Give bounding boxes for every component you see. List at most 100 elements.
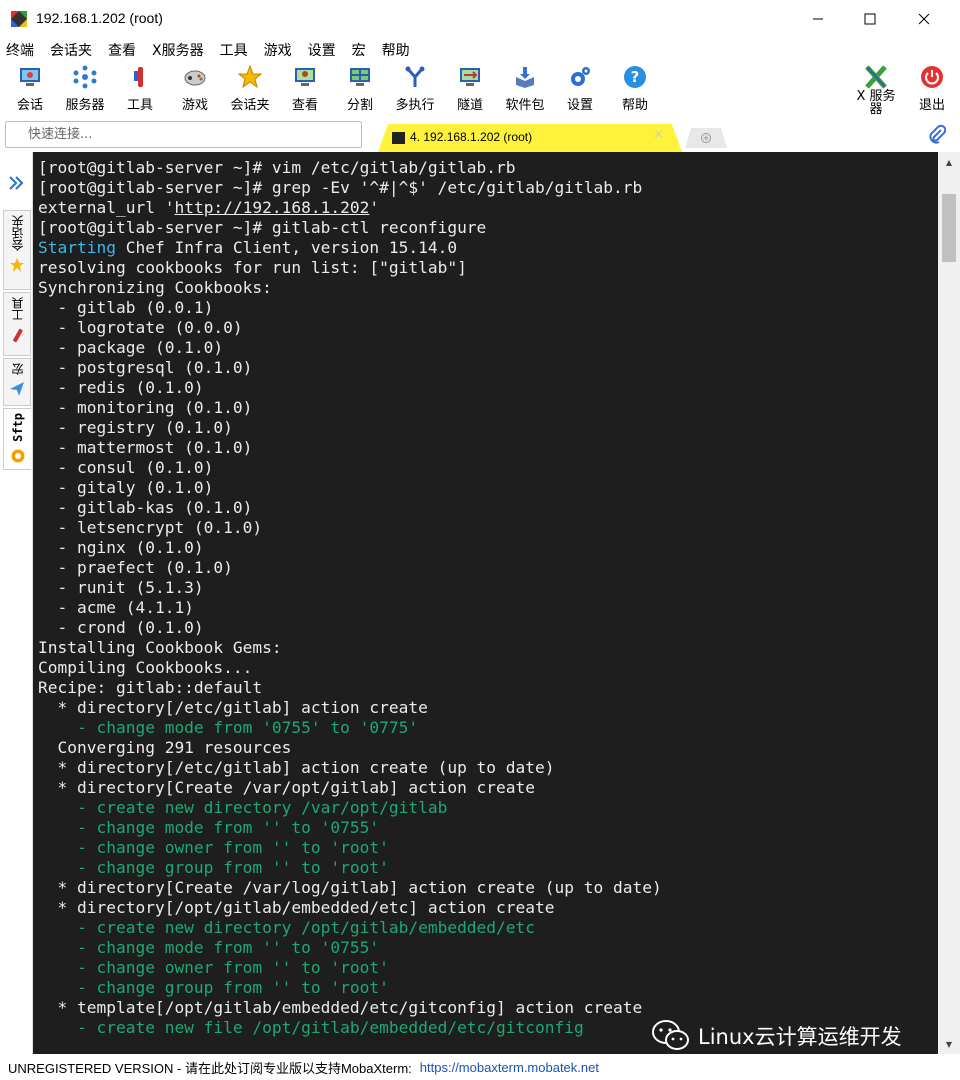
title-bar: 192.168.1.202 (root) <box>0 0 960 38</box>
terminal-line: - logrotate (0.0.0) <box>38 318 243 337</box>
side-tab-sessions[interactable]: 会话夹 <box>3 210 31 290</box>
tools-button[interactable]: 工具 <box>112 64 168 116</box>
terminal-line: [root@gitlab-server ~]# vim /etc/gitlab/… <box>38 158 516 177</box>
minimize-button[interactable] <box>795 0 841 38</box>
scroll-down-arrow-icon[interactable]: ▼ <box>938 1034 960 1054</box>
menu-xserver[interactable]: X服务器 <box>152 40 204 60</box>
side-tab-macros[interactable]: 宏 <box>3 358 31 406</box>
close-button[interactable] <box>901 0 947 38</box>
watermark: Linux云计算运维开发 <box>652 1020 902 1052</box>
plus-icon <box>701 133 711 143</box>
tab-label: 4. 192.168.1.202 (root) <box>410 130 533 144</box>
quick-connect-input[interactable]: 快速连接... <box>5 121 362 148</box>
terminal-line: Synchronizing Cookbooks: <box>38 278 272 297</box>
star-icon <box>10 258 24 272</box>
paperclip-icon[interactable] <box>928 124 947 149</box>
split-button[interactable]: 分割 <box>332 64 388 116</box>
menu-terminal[interactable]: 终端 <box>6 40 34 60</box>
terminal-line: - monitoring (0.1.0) <box>38 398 253 417</box>
terminal-line: - redis (0.1.0) <box>38 378 204 397</box>
side-tab-tools[interactable]: 工具 <box>3 292 31 356</box>
packages-button[interactable]: 软件包 <box>497 64 553 116</box>
menu-view[interactable]: 查看 <box>108 40 136 60</box>
terminal-line: Starting Chef Infra Client, version 15.1… <box>38 238 458 257</box>
terminal-line: * directory[/etc/gitlab] action create (… <box>38 758 555 777</box>
maximize-icon <box>864 13 876 25</box>
servers-icon <box>72 64 98 90</box>
sessions-folder-button[interactable]: 会话夹 <box>222 64 278 116</box>
terminal-line: - change mode from '0755' to '0775' <box>38 718 419 737</box>
scroll-thumb[interactable] <box>942 194 956 262</box>
terminal-output[interactable]: [root@gitlab-server ~]# vim /etc/gitlab/… <box>33 152 938 1054</box>
status-bar: UNREGISTERED VERSION - 请在此处订阅专业版以支持MobaX… <box>0 1054 960 1080</box>
terminal-line: - change group from '' to 'root' <box>38 858 389 877</box>
terminal-tab-icon <box>392 132 405 144</box>
package-icon <box>512 64 538 90</box>
menu-help[interactable]: 帮助 <box>382 40 410 60</box>
tunneling-button[interactable]: 隧道 <box>442 64 498 116</box>
menu-bar: 终端 会话夹 查看 X服务器 工具 游戏 设置 宏 帮助 <box>0 38 960 62</box>
servers-button[interactable]: 服务器 <box>57 64 113 116</box>
unregistered-notice[interactable]: UNREGISTERED VERSION - 请在此处订阅专业版以支持MobaX… <box>8 1058 412 1077</box>
menu-tools[interactable]: 工具 <box>220 40 248 60</box>
wechat-logo-icon <box>652 1020 689 1050</box>
close-icon <box>918 13 930 25</box>
terminal-line: resolving cookbooks for run list: ["gitl… <box>38 258 467 277</box>
menu-sessions[interactable]: 会话夹 <box>50 40 92 60</box>
terminal-line: - change group from '' to 'root' <box>38 978 389 997</box>
terminal-line: Installing Cookbook Gems: <box>38 638 282 657</box>
exit-button[interactable]: 退出 <box>904 64 960 116</box>
terminal-line: - package (0.1.0) <box>38 338 224 357</box>
gear-icon <box>567 64 593 90</box>
terminal-line: * directory[/etc/gitlab] action create <box>38 698 428 717</box>
side-panel: 会话夹 工具 宏 Sftp <box>0 152 33 1054</box>
menu-macros[interactable]: 宏 <box>352 40 366 60</box>
tools-icon <box>127 64 153 90</box>
window-title: 192.168.1.202 (root) <box>36 10 163 26</box>
view-button[interactable]: 查看 <box>277 64 333 116</box>
watermark-text: Linux云计算运维开发 <box>698 1025 902 1049</box>
power-icon <box>919 64 945 90</box>
menu-settings[interactable]: 设置 <box>308 40 336 60</box>
terminal-line: external_url 'http://192.168.1.202' <box>38 198 380 217</box>
mobaxterm-link[interactable]: https://mobaxterm.mobatek.net <box>420 1060 599 1075</box>
terminal-line: - change owner from '' to 'root' <box>38 958 389 977</box>
terminal-line: - change owner from '' to 'root' <box>38 838 389 857</box>
games-button[interactable]: 游戏 <box>167 64 223 116</box>
terminal-line: Converging 291 resources <box>38 738 292 757</box>
vertical-scrollbar[interactable]: ▲ ▼ <box>938 152 960 1054</box>
settings-button[interactable]: 设置 <box>552 64 608 116</box>
side-tab-sftp[interactable]: Sftp <box>3 408 31 470</box>
terminal-line: * template[/opt/gitlab/embedded/etc/gitc… <box>38 998 643 1017</box>
gamepad-icon <box>182 64 208 90</box>
menu-games[interactable]: 游戏 <box>264 40 292 60</box>
minimize-icon <box>813 18 823 20</box>
toolbar: 会话 服务器 工具 游戏 会话夹 查看 分割 多执行 隧道 软件包 设置 ? 帮… <box>0 62 960 118</box>
tab-row: 快速连接... 4. 192.168.1.202 (root) × <box>0 118 960 152</box>
xserver-button[interactable]: X 服务 器 <box>848 64 904 116</box>
expand-sidebar-icon[interactable] <box>8 172 24 196</box>
terminal-line: * directory[/opt/gitlab/embedded/etc] ac… <box>38 898 555 917</box>
terminal-line: - nginx (0.1.0) <box>38 538 204 557</box>
terminal-line: Recipe: gitlab::default <box>38 678 263 697</box>
scroll-up-arrow-icon[interactable]: ▲ <box>938 152 960 172</box>
tab-close-icon[interactable]: × <box>653 127 664 142</box>
multiexec-button[interactable]: 多执行 <box>387 64 443 116</box>
session-button[interactable]: 会话 <box>2 64 58 116</box>
maximize-button[interactable] <box>847 0 893 38</box>
x-server-icon <box>863 64 889 90</box>
help-button[interactable]: ? 帮助 <box>607 64 663 116</box>
terminal-line: - gitlab (0.0.1) <box>38 298 214 317</box>
terminal-line: - change mode from '' to '0755' <box>38 818 380 837</box>
terminal-line: - praefect (0.1.0) <box>38 558 233 577</box>
external-url-link[interactable]: http://192.168.1.202 <box>174 198 369 217</box>
fork-icon <box>402 64 428 90</box>
tunnel-icon <box>457 64 483 90</box>
send-icon <box>10 382 24 396</box>
new-tab-button[interactable] <box>685 128 727 148</box>
terminal-line: - consul (0.1.0) <box>38 458 214 477</box>
terminal-line: - create new directory /var/opt/gitlab <box>38 798 448 817</box>
terminal-line: - letsencrypt (0.1.0) <box>38 518 263 537</box>
tab-session-4[interactable]: 4. 192.168.1.202 (root) × <box>378 124 682 152</box>
svg-text:?: ? <box>631 68 640 86</box>
